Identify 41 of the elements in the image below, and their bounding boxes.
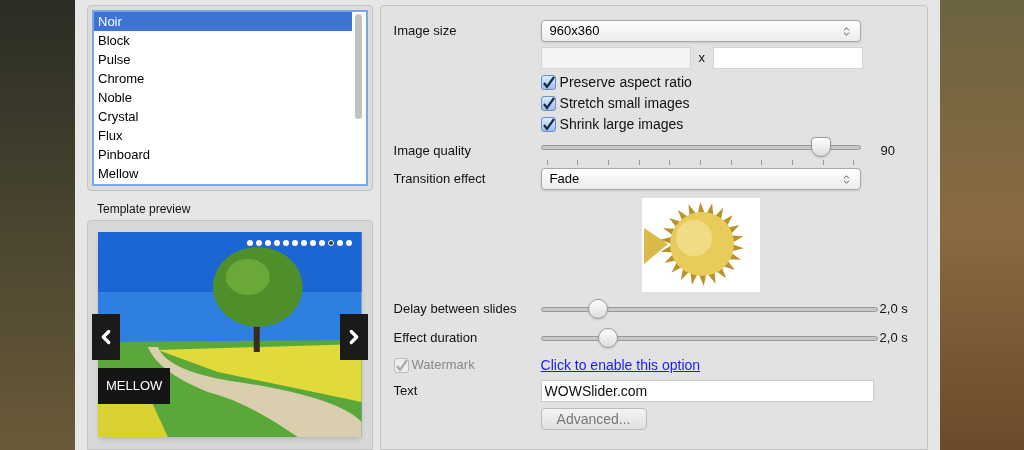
template-item[interactable]: Chrome	[94, 69, 352, 88]
template-item[interactable]: Noble	[94, 88, 352, 107]
field-label: Delay between slides	[393, 300, 518, 319]
template-item[interactable]: Mellow	[94, 164, 352, 183]
template-item[interactable]: Noir	[94, 12, 352, 31]
template-item[interactable]: Pulse	[94, 50, 352, 69]
next-button[interactable]	[339, 314, 368, 360]
field-label: Effect duration	[393, 329, 479, 348]
field-label: Image quality	[393, 142, 472, 161]
slider-track[interactable]	[540, 327, 878, 349]
slider-value: 2,0 s	[879, 300, 908, 319]
slider-thumb[interactable]	[597, 328, 618, 348]
transition-dropdown[interactable]: Fade	[540, 168, 861, 190]
checkbox-label: Stretch small images	[559, 94, 690, 113]
slider-thumb[interactable]	[587, 299, 608, 319]
template-item[interactable]: Crystal	[94, 107, 352, 126]
field-label: Image size	[393, 22, 458, 41]
previous-button[interactable]	[92, 314, 120, 360]
height-field[interactable]	[713, 47, 864, 69]
slider-track[interactable]	[540, 136, 861, 166]
size-separator: x	[698, 49, 706, 68]
checkbox-label: Preserve aspect ratio	[559, 73, 692, 92]
field-label: Text	[393, 382, 419, 401]
width-field[interactable]	[540, 47, 691, 69]
section-title: Template preview	[97, 201, 192, 218]
slider-track[interactable]	[540, 298, 878, 320]
checkbox-label: Watermark	[411, 356, 475, 375]
slider-thumb[interactable]	[810, 137, 831, 157]
slider-value: 90	[880, 142, 896, 161]
template-item[interactable]: Pinboard	[94, 145, 352, 164]
checkbox[interactable]	[540, 117, 556, 132]
checkbox-label: Shrink large images	[559, 115, 684, 134]
image-size-dropdown[interactable]: 960x360	[540, 20, 861, 42]
checkbox[interactable]	[540, 75, 556, 90]
template-item[interactable]: Flux	[94, 126, 352, 145]
slide-caption: MELLOW	[98, 368, 171, 404]
text-field[interactable]: WOWSlider.com	[540, 380, 874, 402]
slider-value: 2,0 s	[879, 329, 908, 348]
template-item[interactable]: Block	[94, 31, 352, 50]
field-label: Transition effect	[393, 170, 487, 189]
checkbox[interactable]	[540, 96, 556, 111]
